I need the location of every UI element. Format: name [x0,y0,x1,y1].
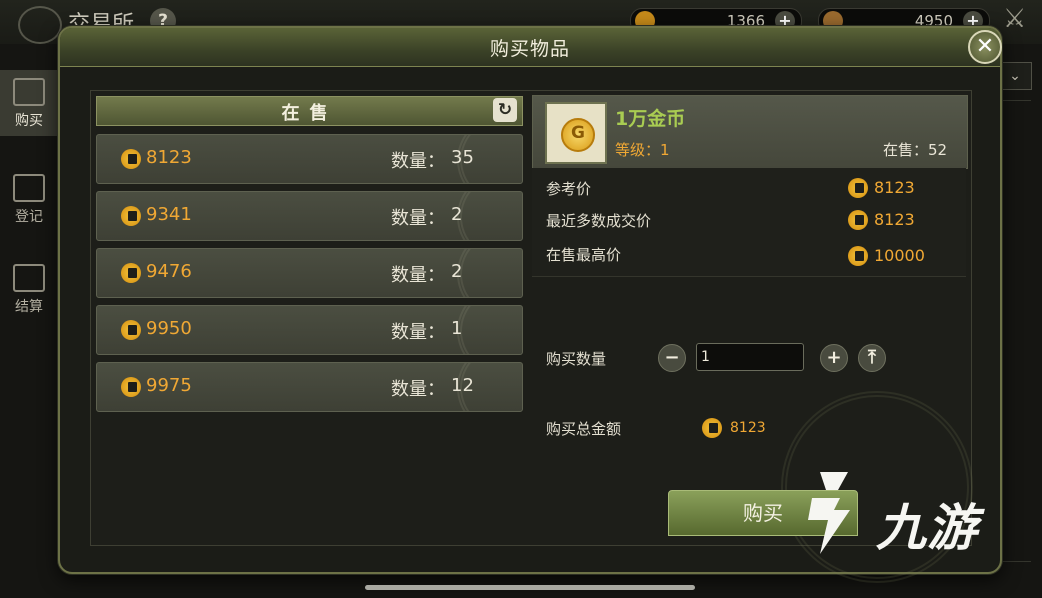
row-pattern [457,306,522,354]
listing-quantity: 12 [451,375,474,396]
quantity-label: 数量： [391,265,445,286]
highest-price-value: 10000 [874,246,925,265]
row-pattern [457,249,522,297]
highest-price-label: 在售最高价 [546,246,622,264]
coin-icon [121,377,141,397]
sidebar-item-buy[interactable]: 购买 [0,70,58,136]
watermark-logo-icon [808,472,850,554]
sidebar: 购买 登记 结算 [0,70,58,370]
listing-row[interactable]: 9950 数量： 1 [96,305,523,355]
cart-icon [13,264,45,292]
price-info: 参考价 8123 最近多数成交价 8123 在售最高价 10000 [532,168,966,277]
item-level: 等级：1 [615,141,670,159]
recent-price-value: 8123 [874,210,915,229]
total-amount-label: 购买总金额 [546,420,622,438]
coin-icon [121,263,141,283]
sidebar-item-label: 登记 [15,209,43,225]
sidebar-item-label: 购买 [15,113,43,129]
close-button[interactable]: ✕ [968,30,1002,64]
listing-header-title: 在售 [281,103,338,124]
listing-price: 9975 [146,375,192,396]
quantity-input[interactable] [696,343,804,371]
listing-quantity: 2 [451,204,463,225]
watermark-text: 九游 [876,499,978,557]
listing-price: 9476 [146,261,192,282]
coin-icon [121,320,141,340]
item-name: 1万金币 [615,108,686,130]
level-dropdown-chevron-icon[interactable]: ⌄ [998,62,1032,90]
coin-icon [848,178,868,198]
recent-price-label: 最近多数成交价 [546,212,652,230]
dialog-title: 购买物品 [489,38,570,60]
quantity-label: 数量： [391,379,445,400]
quantity-label: 数量： [391,322,445,343]
coin-icon [702,418,722,438]
crossed-swords-icon[interactable]: ⚔ [1003,4,1026,34]
total-amount-value: 8123 [730,420,766,436]
quantity-label: 数量： [391,151,445,172]
register-icon [13,174,45,202]
listing-quantity: 1 [451,318,463,339]
listing-row[interactable]: 9975 数量： 12 [96,362,523,412]
coin-icon [121,149,141,169]
dragon-logo-icon [18,6,62,44]
listing-price: 9950 [146,318,192,339]
refresh-button[interactable]: ↻ [493,98,517,122]
coin-icon [121,206,141,226]
listing-price: 9341 [146,204,192,225]
sidebar-item-settle[interactable]: 结算 [0,256,58,322]
row-pattern [457,192,522,240]
listing-row[interactable]: 8123 数量： 35 [96,134,523,184]
item-on-sale-count: 在售：52 [883,141,948,159]
minus-button[interactable]: − [658,344,686,372]
coin-icon [848,210,868,230]
gold-coin-icon [561,118,595,152]
buy-quantity-label: 购买数量 [546,350,607,368]
plus-button[interactable]: + [820,344,848,372]
reference-price-label: 参考价 [546,180,592,198]
listing-quantity: 35 [451,147,474,168]
sidebar-item-register[interactable]: 登记 [0,166,58,232]
sidebar-item-label: 结算 [15,299,43,315]
reference-price-value: 8123 [874,178,915,197]
home-indicator[interactable] [365,585,695,590]
max-quantity-button[interactable]: ⤒ [858,344,886,372]
coin-icon [848,246,868,266]
listing-rows: 8123 数量： 35 9341 数量： 2 9476 数量： 2 9950 数… [96,134,523,419]
item-icon-frame [545,102,607,164]
quantity-label: 数量： [391,208,445,229]
shop-icon [13,78,45,106]
listing-row[interactable]: 9476 数量： 2 [96,248,523,298]
item-card: 1万金币 等级：1 在售：52 [532,95,968,169]
listing-price: 8123 [146,147,192,168]
listing-header: 在售 ↻ [96,96,523,126]
watermark: 九游 [790,462,1010,562]
listing-quantity: 2 [451,261,463,282]
listing-row[interactable]: 9341 数量： 2 [96,191,523,241]
